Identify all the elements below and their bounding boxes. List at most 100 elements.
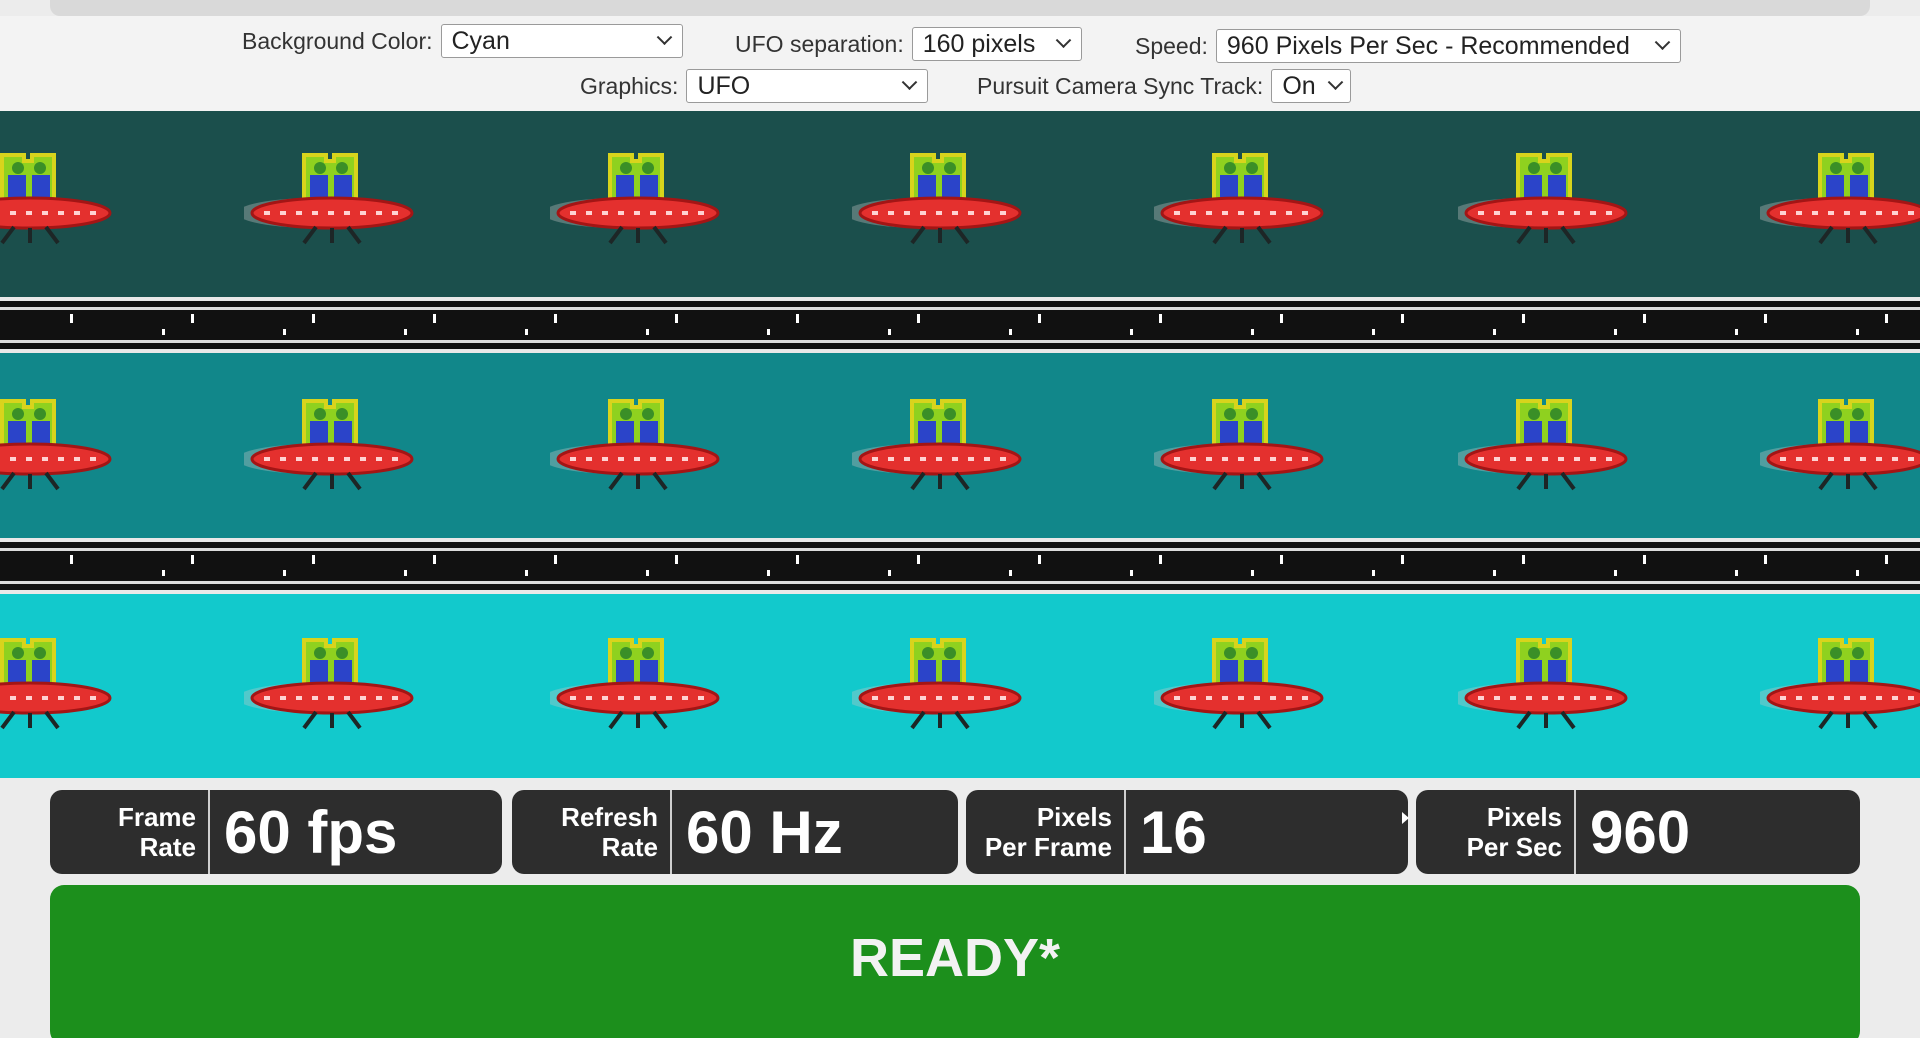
sync-tick: [312, 314, 315, 323]
sync-tick: [1159, 314, 1162, 323]
ufo-icon: [0, 626, 112, 736]
sync-tick: [1522, 314, 1525, 323]
chevron-down-icon: [902, 73, 918, 90]
pixels-per-frame-label: Pixels Per Frame: [966, 790, 1126, 874]
chevron-down-icon: [1055, 31, 1072, 48]
settings-panel: Background Color: Cyan UFO separation: 1…: [0, 16, 1920, 111]
sync-tick: [1643, 314, 1646, 323]
chevron-down-icon: [656, 28, 672, 45]
graphics-control: Graphics: UFO: [580, 69, 929, 103]
sync-tick: [162, 570, 165, 576]
background-color-value: Cyan: [451, 26, 510, 55]
ufo-track-light: [0, 594, 1920, 778]
speed-value: 960 Pixels Per Sec - Recommended: [1226, 31, 1630, 60]
background-color-select[interactable]: Cyan: [440, 24, 683, 58]
ufo-icon: [0, 387, 112, 497]
sync-track-1: [0, 297, 1920, 353]
ufo-icon: [852, 626, 1022, 736]
mouse-cursor-icon: [1402, 812, 1409, 824]
graphics-value: UFO: [697, 71, 751, 100]
sync-tick: [1764, 555, 1767, 564]
pursuit-sync-control: Pursuit Camera Sync Track: On: [977, 69, 1352, 103]
sync-tick: [1522, 555, 1525, 564]
chevron-down-icon: [1327, 73, 1343, 90]
sync-tick: [162, 329, 165, 335]
sync-tick: [1614, 329, 1617, 335]
pixels-per-sec-label: Pixels Per Sec: [1416, 790, 1576, 874]
sync-tick: [1372, 329, 1375, 335]
ufo-icon: [0, 141, 112, 251]
sync-tick: [554, 555, 557, 564]
pursuit-sync-select[interactable]: On: [1271, 69, 1352, 103]
graphics-select[interactable]: UFO: [686, 69, 929, 103]
sync-tick: [796, 555, 799, 564]
sync-tick: [433, 314, 436, 323]
sync-tick: [1735, 570, 1738, 576]
ufo-icon: [1760, 387, 1920, 497]
sync-tick: [191, 555, 194, 564]
ufo-icon: [244, 387, 414, 497]
sync-tick: [1614, 570, 1617, 576]
refresh-rate-value: 60 Hz: [686, 798, 843, 866]
sync-tick: [646, 570, 649, 576]
rail-bottom: [0, 581, 1920, 584]
pursuit-sync-value: On: [1282, 71, 1316, 100]
refresh-rate-panel: Refresh Rate 60 Hz: [512, 790, 958, 874]
sync-tick: [1251, 570, 1254, 576]
chevron-down-icon: [1654, 33, 1671, 50]
sync-tick: [433, 555, 436, 564]
pixels-per-frame-panel: Pixels Per Frame 16: [966, 790, 1408, 874]
sync-tick: [1493, 570, 1496, 576]
sync-tick: [283, 570, 286, 576]
sync-tick: [191, 314, 194, 323]
ufo-track-medium: [0, 353, 1920, 540]
pursuit-sync-label: Pursuit Camera Sync Track:: [977, 72, 1264, 99]
ufo-icon: [1458, 626, 1628, 736]
pixels-per-frame-value: 16: [1140, 798, 1207, 866]
sync-tick: [1251, 329, 1254, 335]
sync-tick: [1885, 314, 1888, 323]
refresh-rate-label: Refresh Rate: [512, 790, 672, 874]
background-color-label: Background Color:: [242, 27, 433, 54]
rail-bottom: [0, 340, 1920, 343]
ufo-track-dark: [0, 111, 1920, 298]
top-strip: [50, 0, 1870, 16]
ufo-icon: [244, 141, 414, 251]
ufo-separation-label: UFO separation:: [735, 30, 904, 57]
ufo-icon: [1760, 141, 1920, 251]
ufo-separation-value: 160 pixels: [922, 29, 1036, 58]
graphics-label: Graphics:: [580, 72, 679, 99]
sync-tick: [554, 314, 557, 323]
sync-tick: [1856, 329, 1859, 335]
sync-tick: [70, 555, 73, 564]
sync-tick: [1280, 314, 1283, 323]
sync-tick: [675, 555, 678, 564]
speed-select[interactable]: 960 Pixels Per Sec - Recommended: [1215, 29, 1681, 63]
sync-tick: [767, 329, 770, 335]
sync-tick: [917, 314, 920, 323]
sync-tick: [1009, 570, 1012, 576]
sync-tick: [767, 570, 770, 576]
ufo-icon: [1760, 626, 1920, 736]
sync-tick: [525, 329, 528, 335]
sync-track-2: [0, 538, 1920, 594]
sync-tick: [70, 314, 73, 323]
frame-rate-panel: Frame Rate 60 fps: [50, 790, 502, 874]
pixels-per-sec-value: 960: [1590, 798, 1691, 866]
sync-tick: [1130, 329, 1133, 335]
sync-tick: [404, 570, 407, 576]
rail-top: [0, 548, 1920, 551]
sync-tick: [1159, 555, 1162, 564]
ufo-icon: [1154, 141, 1324, 251]
sync-tick: [1643, 555, 1646, 564]
ufo-separation-select[interactable]: 160 pixels: [911, 27, 1082, 61]
sync-tick: [1130, 570, 1133, 576]
sync-tick: [1493, 329, 1496, 335]
sync-tick: [888, 570, 891, 576]
sync-tick: [283, 329, 286, 335]
ufo-icon: [1458, 141, 1628, 251]
rail-top: [0, 307, 1920, 310]
sync-tick: [1856, 570, 1859, 576]
frame-rate-value: 60 fps: [224, 798, 398, 866]
speed-label: Speed:: [1135, 32, 1208, 59]
